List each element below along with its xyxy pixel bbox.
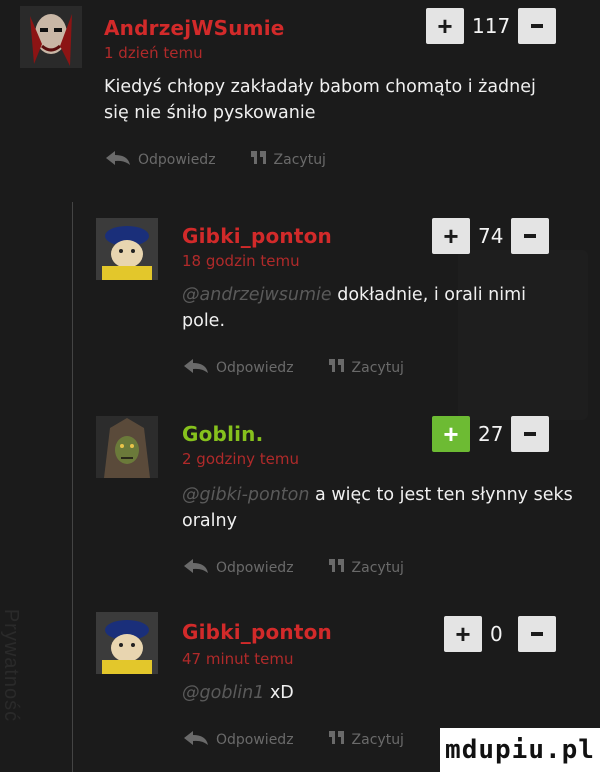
vote-widget: + 0 [444,616,556,652]
site-watermark: mdupiu.pl [440,728,600,772]
comment-text: @goblin1 xD [182,680,582,706]
comment-text: @andrzejwsumie dokładnie, i orali nimi p… [182,282,582,334]
comment-timestamp: 2 godziny temu [182,450,299,468]
reply-icon[interactable] [182,558,210,578]
upvote-button[interactable]: + [444,616,482,652]
downvote-button[interactable] [511,416,550,452]
vote-count: 117 [472,14,511,38]
downvote-button[interactable] [518,8,557,44]
comment-author[interactable]: Gibki_ponton [182,224,332,248]
comment-actions: Odpowiedz Zacytuj [182,558,404,578]
upvote-button[interactable]: + [432,416,470,452]
comment-text-line: xD [269,683,294,703]
comment-text-line: się nie śniło pyskowanie [104,103,316,123]
avatar[interactable] [96,416,158,478]
quote-link[interactable]: Zacytuj [352,560,404,576]
downvote-button[interactable] [518,616,556,652]
mention-link[interactable]: @goblin1 [182,683,264,703]
comment-actions: Odpowiedz Zacytuj [182,730,404,750]
comment-text-line: a więc to jest ten słynny seks [315,485,573,505]
quote-icon[interactable] [328,558,346,578]
reply-icon[interactable] [182,730,210,750]
quote-icon[interactable] [328,358,346,378]
mention-link[interactable]: @gibki-ponton [182,485,309,505]
comment-author[interactable]: Goblin. [182,422,263,446]
comment-text-line: oralny [182,511,237,531]
avatar[interactable] [96,612,158,674]
quote-link[interactable]: Zacytuj [352,732,404,748]
avatar[interactable] [96,218,158,280]
comment-timestamp: 1 dzień temu [104,44,203,62]
mention-link[interactable]: @andrzejwsumie [182,285,332,305]
vote-widget: + 27 [432,416,550,452]
vote-count: 0 [490,622,503,646]
reply-link[interactable]: Odpowiedz [216,732,294,748]
comment-actions: Odpowiedz Zacytuj [182,358,404,378]
comment-timestamp: 47 minut temu [182,650,294,668]
downvote-button[interactable] [511,218,550,254]
quote-icon[interactable] [250,150,268,170]
comment-timestamp: 18 godzin temu [182,252,300,270]
comment-text-line: dokładnie, i orali nimi [337,285,527,305]
vote-count: 27 [478,422,504,446]
reply-link[interactable]: Odpowiedz [138,152,216,168]
vote-widget: + 74 [432,218,550,254]
comment: AndrzejWSumie 1 dzień temu Kiedyś chłopy… [0,0,600,200]
comment: Goblin. 2 godziny temu @gibki-ponton a w… [0,408,600,598]
vote-widget: + 117 [426,8,557,44]
avatar[interactable] [20,6,82,68]
quote-link[interactable]: Zacytuj [274,152,326,168]
vote-count: 74 [478,224,504,248]
quote-icon[interactable] [328,730,346,750]
comment-author[interactable]: AndrzejWSumie [104,16,285,40]
quote-link[interactable]: Zacytuj [352,360,404,376]
comment-text: @gibki-ponton a więc to jest ten słynny … [182,482,592,534]
comment-author[interactable]: Gibki_ponton [182,620,332,644]
reply-icon[interactable] [104,150,132,170]
comment: Gibki_ponton 18 godzin temu @andrzejwsum… [0,210,600,400]
reply-link[interactable]: Odpowiedz [216,560,294,576]
comment-text-line: pole. [182,311,226,331]
comment-actions: Odpowiedz Zacytuj [104,150,326,170]
comment-text-line: Kiedyś chłopy zakładały babom chomąto i … [104,77,536,97]
reply-link[interactable]: Odpowiedz [216,360,294,376]
upvote-button[interactable]: + [426,8,464,44]
reply-icon[interactable] [182,358,210,378]
upvote-button[interactable]: + [432,218,470,254]
comment-text: Kiedyś chłopy zakładały babom chomąto i … [104,74,574,126]
